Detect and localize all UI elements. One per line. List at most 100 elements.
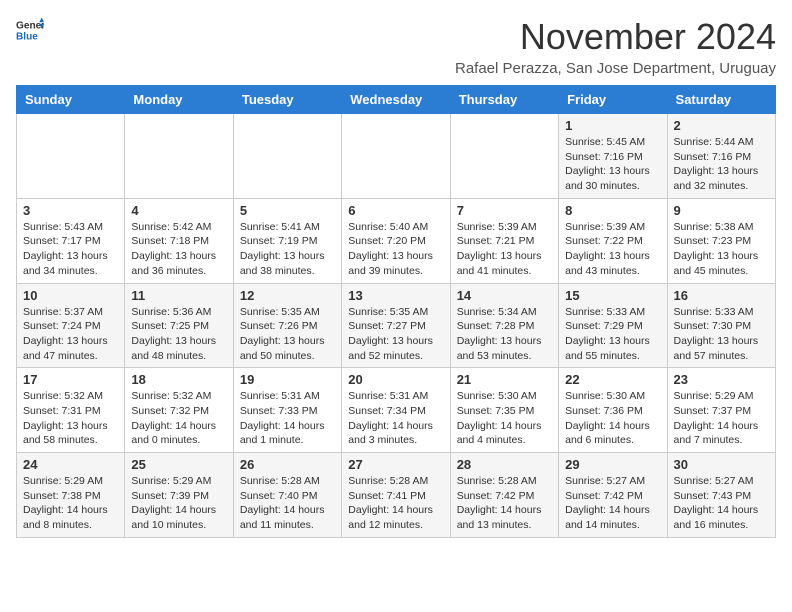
day-number: 6 — [348, 203, 443, 218]
calendar-cell: 30Sunrise: 5:27 AM Sunset: 7:43 PM Dayli… — [667, 453, 775, 538]
calendar-cell — [125, 114, 233, 199]
day-number: 27 — [348, 457, 443, 472]
day-info: Sunrise: 5:31 AM Sunset: 7:33 PM Dayligh… — [240, 389, 335, 448]
calendar-cell: 23 Sunrise: 5:29 AM Sunset: 7:37 PM Dayli… — [667, 368, 775, 453]
calendar-week-2: 3 Sunrise: 5:43 AM Sunset: 7:17 PM Daylig… — [17, 198, 776, 283]
day-number: 15 — [565, 288, 660, 303]
day-number: 9 — [674, 203, 769, 218]
day-info: Sunrise: 5:32 AM Sunset: 7:32 PM Dayligh… — [131, 389, 226, 448]
day-number: 22 — [565, 372, 660, 387]
calendar-cell: 18 Sunrise: 5:32 AM Sunset: 7:32 PM Dayli… — [125, 368, 233, 453]
day-info: Sunrise: 5:43 AM Sunset: 7:17 PM Dayligh… — [23, 220, 118, 279]
calendar-week-1: 1 Sunrise: 5:45 AM Sunset: 7:16 PM Daylig… — [17, 114, 776, 199]
calendar-cell: 6 Sunrise: 5:40 AM Sunset: 7:20 PM Daylig… — [342, 198, 450, 283]
calendar-cell: 3 Sunrise: 5:43 AM Sunset: 7:17 PM Daylig… — [17, 198, 125, 283]
calendar-cell: 8 Sunrise: 5:39 AM Sunset: 7:22 PM Daylig… — [559, 198, 667, 283]
day-number: 19 — [240, 372, 335, 387]
calendar-cell: 14 Sunrise: 5:34 AM Sunset: 7:28 PM Dayli… — [450, 283, 558, 368]
calendar-cell: 1 Sunrise: 5:45 AM Sunset: 7:16 PM Daylig… — [559, 114, 667, 199]
calendar-cell: 28 Sunrise: 5:28 AM Sunset: 7:42 PM Dayli… — [450, 453, 558, 538]
day-info: Sunrise: 5:29 AM Sunset: 7:39 PM Dayligh… — [131, 474, 226, 533]
day-info: Sunrise: 5:36 AM Sunset: 7:25 PM Dayligh… — [131, 305, 226, 364]
day-info: Sunrise: 5:45 AM Sunset: 7:16 PM Dayligh… — [565, 135, 660, 194]
weekday-header-sunday: Sunday — [17, 86, 125, 114]
calendar-header-row: SundayMondayTuesdayWednesdayThursdayFrid… — [17, 86, 776, 114]
day-info: Sunrise: 5:32 AM Sunset: 7:31 PM Dayligh… — [23, 389, 118, 448]
logo-icon: General Blue — [16, 16, 44, 44]
weekday-header-thursday: Thursday — [450, 86, 558, 114]
day-info: Sunrise: 5:29 AM Sunset: 7:37 PM Dayligh… — [674, 389, 769, 448]
calendar-week-5: 24Sunrise: 5:29 AM Sunset: 7:38 PM Dayli… — [17, 453, 776, 538]
day-number: 5 — [240, 203, 335, 218]
day-number: 12 — [240, 288, 335, 303]
day-number: 28 — [457, 457, 552, 472]
day-number: 13 — [348, 288, 443, 303]
day-number: 14 — [457, 288, 552, 303]
day-info: Sunrise: 5:37 AM Sunset: 7:24 PM Dayligh… — [23, 305, 118, 364]
calendar-cell: 19 Sunrise: 5:31 AM Sunset: 7:33 PM Dayli… — [233, 368, 341, 453]
calendar-cell: 12 Sunrise: 5:35 AM Sunset: 7:26 PM Dayli… — [233, 283, 341, 368]
calendar-cell: 17Sunrise: 5:32 AM Sunset: 7:31 PM Dayli… — [17, 368, 125, 453]
day-number: 18 — [131, 372, 226, 387]
month-title: November 2024 — [455, 16, 776, 58]
day-number: 3 — [23, 203, 118, 218]
weekday-header-tuesday: Tuesday — [233, 86, 341, 114]
calendar-cell: 7Sunrise: 5:39 AM Sunset: 7:21 PM Daylig… — [450, 198, 558, 283]
calendar-cell: 24Sunrise: 5:29 AM Sunset: 7:38 PM Dayli… — [17, 453, 125, 538]
day-info: Sunrise: 5:28 AM Sunset: 7:41 PM Dayligh… — [348, 474, 443, 533]
day-number: 10 — [23, 288, 118, 303]
day-info: Sunrise: 5:33 AM Sunset: 7:29 PM Dayligh… — [565, 305, 660, 364]
weekday-header-saturday: Saturday — [667, 86, 775, 114]
day-info: Sunrise: 5:35 AM Sunset: 7:26 PM Dayligh… — [240, 305, 335, 364]
calendar-cell: 25 Sunrise: 5:29 AM Sunset: 7:39 PM Dayli… — [125, 453, 233, 538]
page-header: General Blue November 2024 Rafael Perazz… — [16, 16, 776, 77]
day-info: Sunrise: 5:44 AM Sunset: 7:16 PM Dayligh… — [674, 135, 769, 194]
calendar-cell: 22 Sunrise: 5:30 AM Sunset: 7:36 PM Dayli… — [559, 368, 667, 453]
day-number: 1 — [565, 118, 660, 133]
day-number: 11 — [131, 288, 226, 303]
day-number: 25 — [131, 457, 226, 472]
logo: General Blue — [16, 16, 44, 44]
day-info: Sunrise: 5:34 AM Sunset: 7:28 PM Dayligh… — [457, 305, 552, 364]
weekday-header-monday: Monday — [125, 86, 233, 114]
day-number: 24 — [23, 457, 118, 472]
day-number: 2 — [674, 118, 769, 133]
calendar-cell — [342, 114, 450, 199]
day-info: Sunrise: 5:27 AM Sunset: 7:42 PM Dayligh… — [565, 474, 660, 533]
calendar-week-4: 17Sunrise: 5:32 AM Sunset: 7:31 PM Dayli… — [17, 368, 776, 453]
calendar-cell — [17, 114, 125, 199]
day-info: Sunrise: 5:39 AM Sunset: 7:22 PM Dayligh… — [565, 220, 660, 279]
day-info: Sunrise: 5:42 AM Sunset: 7:18 PM Dayligh… — [131, 220, 226, 279]
day-number: 4 — [131, 203, 226, 218]
day-info: Sunrise: 5:31 AM Sunset: 7:34 PM Dayligh… — [348, 389, 443, 448]
day-number: 23 — [674, 372, 769, 387]
calendar-table: SundayMondayTuesdayWednesdayThursdayFrid… — [16, 85, 776, 538]
location-subtitle: Rafael Perazza, San Jose Department, Uru… — [455, 60, 776, 77]
day-info: Sunrise: 5:33 AM Sunset: 7:30 PM Dayligh… — [674, 305, 769, 364]
calendar-cell: 10 Sunrise: 5:37 AM Sunset: 7:24 PM Dayli… — [17, 283, 125, 368]
day-info: Sunrise: 5:40 AM Sunset: 7:20 PM Dayligh… — [348, 220, 443, 279]
day-info: Sunrise: 5:39 AM Sunset: 7:21 PM Dayligh… — [457, 220, 552, 279]
calendar-cell: 20 Sunrise: 5:31 AM Sunset: 7:34 PM Dayli… — [342, 368, 450, 453]
title-block: November 2024 Rafael Perazza, San Jose D… — [455, 16, 776, 77]
weekday-header-friday: Friday — [559, 86, 667, 114]
day-info: Sunrise: 5:30 AM Sunset: 7:36 PM Dayligh… — [565, 389, 660, 448]
day-info: Sunrise: 5:28 AM Sunset: 7:42 PM Dayligh… — [457, 474, 552, 533]
svg-text:Blue: Blue — [16, 31, 38, 42]
day-number: 21 — [457, 372, 552, 387]
day-number: 8 — [565, 203, 660, 218]
calendar-cell: 5 Sunrise: 5:41 AM Sunset: 7:19 PM Daylig… — [233, 198, 341, 283]
calendar-cell: 2 Sunrise: 5:44 AM Sunset: 7:16 PM Daylig… — [667, 114, 775, 199]
day-number: 20 — [348, 372, 443, 387]
day-number: 29 — [565, 457, 660, 472]
calendar-cell: 21Sunrise: 5:30 AM Sunset: 7:35 PM Dayli… — [450, 368, 558, 453]
calendar-cell: 4 Sunrise: 5:42 AM Sunset: 7:18 PM Daylig… — [125, 198, 233, 283]
calendar-cell: 9 Sunrise: 5:38 AM Sunset: 7:23 PM Daylig… — [667, 198, 775, 283]
calendar-week-3: 10 Sunrise: 5:37 AM Sunset: 7:24 PM Dayli… — [17, 283, 776, 368]
day-info: Sunrise: 5:41 AM Sunset: 7:19 PM Dayligh… — [240, 220, 335, 279]
day-info: Sunrise: 5:27 AM Sunset: 7:43 PM Dayligh… — [674, 474, 769, 533]
calendar-cell — [233, 114, 341, 199]
day-number: 26 — [240, 457, 335, 472]
day-info: Sunrise: 5:38 AM Sunset: 7:23 PM Dayligh… — [674, 220, 769, 279]
day-number: 16 — [674, 288, 769, 303]
